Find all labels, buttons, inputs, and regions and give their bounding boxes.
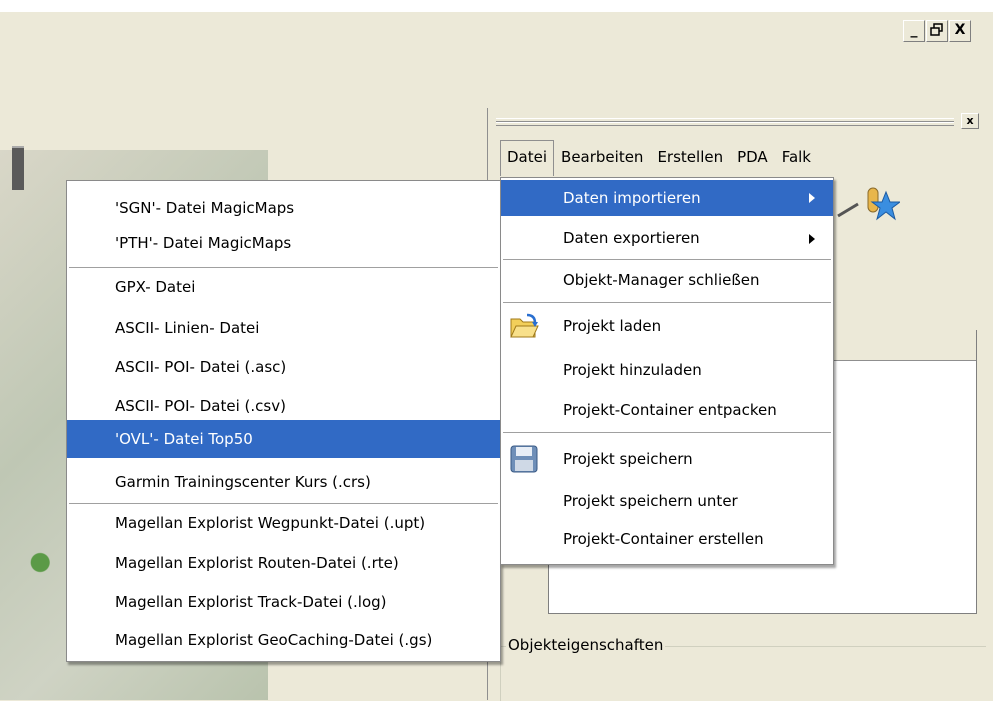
- floppy-disk-icon: [510, 445, 538, 473]
- folder-open-icon: [510, 313, 539, 338]
- submenu-item-magellan-upt[interactable]: Magellan Explorist Wegpunkt-Datei (.upt): [67, 503, 500, 544]
- submenu-arrow-icon: [809, 234, 815, 244]
- properties-group-label: Objekteigenschaften: [506, 634, 666, 656]
- restore-button[interactable]: [926, 20, 948, 42]
- submenu-item-label: Garmin Trainingscenter Kurs (.crs): [115, 473, 371, 491]
- toolbar-line-icon[interactable]: [836, 200, 860, 218]
- menu-item-label: Projekt-Container entpacken: [563, 401, 777, 419]
- submenu-item-pth[interactable]: 'PTH'- Datei MagicMaps: [67, 223, 500, 264]
- submenu-item-gpx[interactable]: GPX- Datei: [67, 267, 500, 308]
- menu-item-projekt-laden[interactable]: Projekt laden: [501, 306, 833, 347]
- menu-pda[interactable]: PDA: [730, 140, 775, 176]
- restore-icon: [930, 23, 943, 36]
- menu-item-label: Projekt-Container erstellen: [563, 530, 764, 548]
- menu-bearbeiten[interactable]: Bearbeiten: [554, 140, 650, 176]
- menu-item-daten-importieren[interactable]: Daten importieren: [501, 180, 833, 216]
- submenu-item-label: ASCII- POI- Datei (.asc): [115, 358, 287, 376]
- submenu-item-magellan-rte[interactable]: Magellan Explorist Routen-Datei (.rte): [67, 543, 500, 584]
- menu-erstellen[interactable]: Erstellen: [650, 140, 730, 176]
- window-top-strip: [0, 0, 993, 12]
- object-manager-menubar: Datei Bearbeiten Erstellen PDA Falk: [500, 140, 818, 176]
- menu-item-label: Projekt speichern: [563, 450, 693, 468]
- map-splitter-handle[interactable]: [12, 146, 24, 190]
- menu-item-projekt-container-entpacken[interactable]: Projekt-Container entpacken: [501, 390, 833, 431]
- title-bar: [0, 12, 993, 48]
- submenu-item-label: 'OVL'- Datei Top50: [115, 430, 253, 448]
- menu-item-label: Projekt hinzuladen: [563, 361, 702, 379]
- submenu-item-label: Magellan Explorist Routen-Datei (.rte): [115, 554, 399, 572]
- menu-item-label: Daten importieren: [563, 189, 701, 207]
- minimize-button[interactable]: _: [903, 20, 925, 42]
- submenu-item-label: 'PTH'- Datei MagicMaps: [115, 234, 292, 252]
- menu-separator: [503, 432, 831, 433]
- menu-item-daten-exportieren[interactable]: Daten exportieren: [501, 218, 833, 259]
- import-submenu: 'SGN'- Datei MagicMaps 'PTH'- Datei Magi…: [66, 180, 501, 662]
- close-window-button[interactable]: X: [949, 20, 971, 42]
- submenu-item-garmin-crs[interactable]: Garmin Trainingscenter Kurs (.crs): [67, 462, 500, 503]
- submenu-arrow-icon: [809, 193, 815, 203]
- menu-item-projekt-container-erstellen[interactable]: Projekt-Container erstellen: [501, 519, 833, 560]
- submenu-item-label: Magellan Explorist GeoCaching-Datei (.gs…: [115, 631, 433, 649]
- menu-item-label: Projekt laden: [563, 317, 662, 335]
- menu-item-projekt-speichern[interactable]: Projekt speichern: [501, 439, 833, 480]
- pane-close-button[interactable]: x: [961, 113, 979, 129]
- menu-falk[interactable]: Falk: [775, 140, 818, 176]
- menu-item-projekt-speichern-unter[interactable]: Projekt speichern unter: [501, 481, 833, 522]
- star-waypoint-icon[interactable]: [862, 186, 900, 224]
- menu-item-projekt-hinzuladen[interactable]: Projekt hinzuladen: [501, 350, 833, 391]
- submenu-item-ascii-linien[interactable]: ASCII- Linien- Datei: [67, 308, 500, 349]
- menu-item-label: Daten exportieren: [563, 229, 700, 247]
- submenu-item-label: Magellan Explorist Wegpunkt-Datei (.upt): [115, 514, 426, 532]
- submenu-item-magellan-gs[interactable]: Magellan Explorist GeoCaching-Datei (.gs…: [67, 620, 500, 661]
- menu-datei[interactable]: Datei: [500, 140, 555, 176]
- submenu-item-label: ASCII- Linien- Datei: [115, 319, 260, 337]
- submenu-item-ascii-poi-asc[interactable]: ASCII- POI- Datei (.asc): [67, 347, 500, 388]
- submenu-item-label: Magellan Explorist Track-Datei (.log): [115, 593, 387, 611]
- menu-item-label: Projekt speichern unter: [563, 492, 738, 510]
- menu-item-label: Objekt-Manager schließen: [563, 271, 760, 289]
- submenu-item-label: GPX- Datei: [115, 278, 196, 296]
- menu-separator: [503, 302, 831, 303]
- submenu-item-ovl[interactable]: 'OVL'- Datei Top50: [67, 420, 500, 458]
- pane-grip[interactable]: [496, 122, 954, 126]
- menu-item-objekt-manager-schliessen[interactable]: Objekt-Manager schließen: [501, 260, 833, 301]
- submenu-item-magellan-log[interactable]: Magellan Explorist Track-Datei (.log): [67, 582, 500, 623]
- datei-menu: Daten importieren Daten exportieren Obje…: [500, 177, 834, 565]
